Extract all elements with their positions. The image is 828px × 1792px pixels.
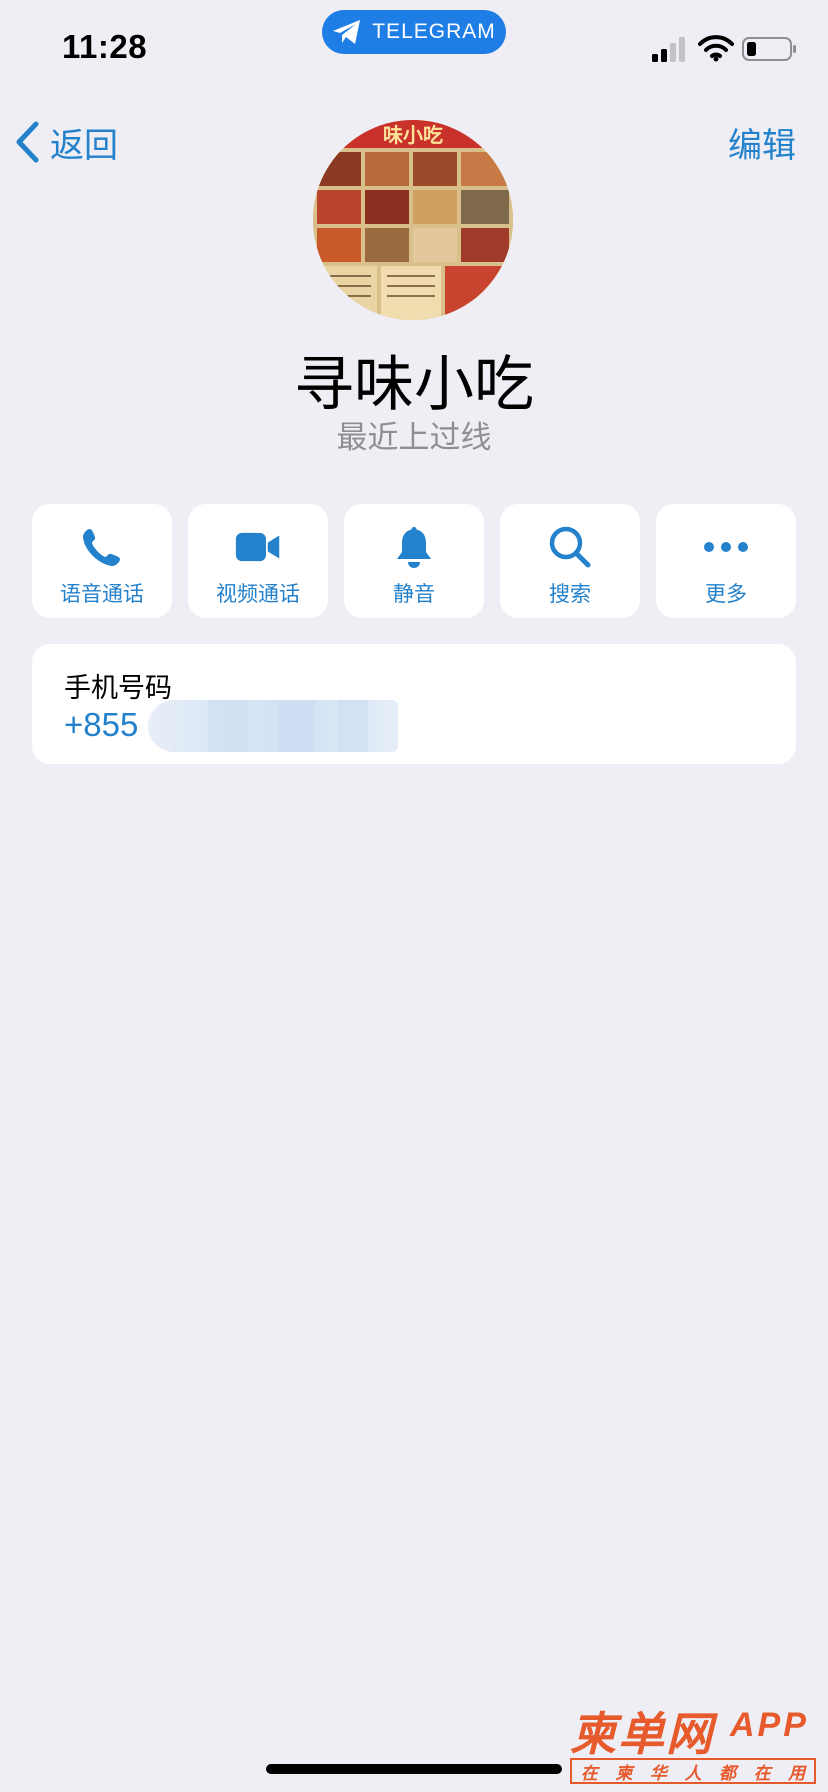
cellular-signal-icon	[652, 37, 685, 62]
mute-label: 静音	[393, 582, 435, 606]
watermark-slogan-char: 在	[753, 1763, 771, 1784]
phone-icon	[79, 524, 125, 570]
video-camera-icon	[235, 524, 281, 570]
watermark-slogan-char: 都	[719, 1763, 737, 1784]
phone-number-label: 手机号码	[64, 673, 172, 704]
search-icon	[547, 524, 593, 570]
watermark-logo: 柬单网 APP 在 柬 华 人 都 在 用	[570, 1698, 820, 1786]
app-pill-label: TELEGRAM	[372, 20, 496, 43]
search-label: 搜索	[549, 582, 591, 606]
avatar-menu-image: 味小吃	[313, 120, 513, 320]
more-button[interactable]: 更多	[656, 504, 796, 618]
avatar[interactable]: 味小吃	[313, 120, 513, 320]
watermark-brand: 柬单网	[570, 1707, 714, 1761]
video-call-label: 视频通话	[216, 582, 300, 606]
watermark-slogan-char: 在	[580, 1763, 598, 1784]
phone-number-value[interactable]: +855	[64, 706, 138, 744]
wifi-icon	[698, 35, 734, 62]
phone-number-redaction	[148, 700, 398, 752]
chevron-left-icon	[16, 121, 39, 163]
battery-low-icon	[742, 37, 796, 61]
home-indicator[interactable]	[266, 1764, 562, 1774]
telegram-icon	[333, 20, 361, 44]
edit-button[interactable]: 编辑	[728, 118, 796, 166]
avatar-banner-text: 味小吃	[383, 123, 443, 147]
watermark-slogan-char: 用	[788, 1763, 806, 1784]
phone-number-card[interactable]: 手机号码 +855	[32, 644, 796, 764]
watermark-slogan-char: 柬	[615, 1763, 633, 1784]
profile-status: 最近上过线	[336, 420, 492, 456]
video-call-button[interactable]: 视频通话	[188, 504, 328, 618]
more-label: 更多	[705, 582, 747, 606]
back-label: 返回	[50, 125, 118, 166]
watermark-slogan-char: 人	[684, 1763, 702, 1784]
action-button-row: 语音通话 视频通话 静音 搜索 更多	[32, 504, 796, 618]
status-time: 11:28	[62, 28, 148, 65]
edit-label: 编辑	[728, 125, 796, 166]
bell-icon	[391, 524, 437, 570]
status-bar: 11:28 TELEGRAM	[0, 0, 828, 100]
voice-call-button[interactable]: 语音通话	[32, 504, 172, 618]
profile-name: 寻味小吃	[294, 350, 534, 420]
mute-button[interactable]: 静音	[344, 504, 484, 618]
voice-call-label: 语音通话	[60, 582, 144, 606]
watermark-app: APP	[730, 1706, 809, 1744]
more-dots-icon	[703, 524, 749, 570]
watermark-slogan-char: 华	[649, 1763, 667, 1784]
search-button[interactable]: 搜索	[500, 504, 640, 618]
back-button[interactable]: 返回	[14, 118, 118, 166]
watermark-slogan: 在 柬 华 人 都 在 用	[570, 1758, 816, 1784]
return-to-app-pill[interactable]: TELEGRAM	[322, 10, 506, 54]
